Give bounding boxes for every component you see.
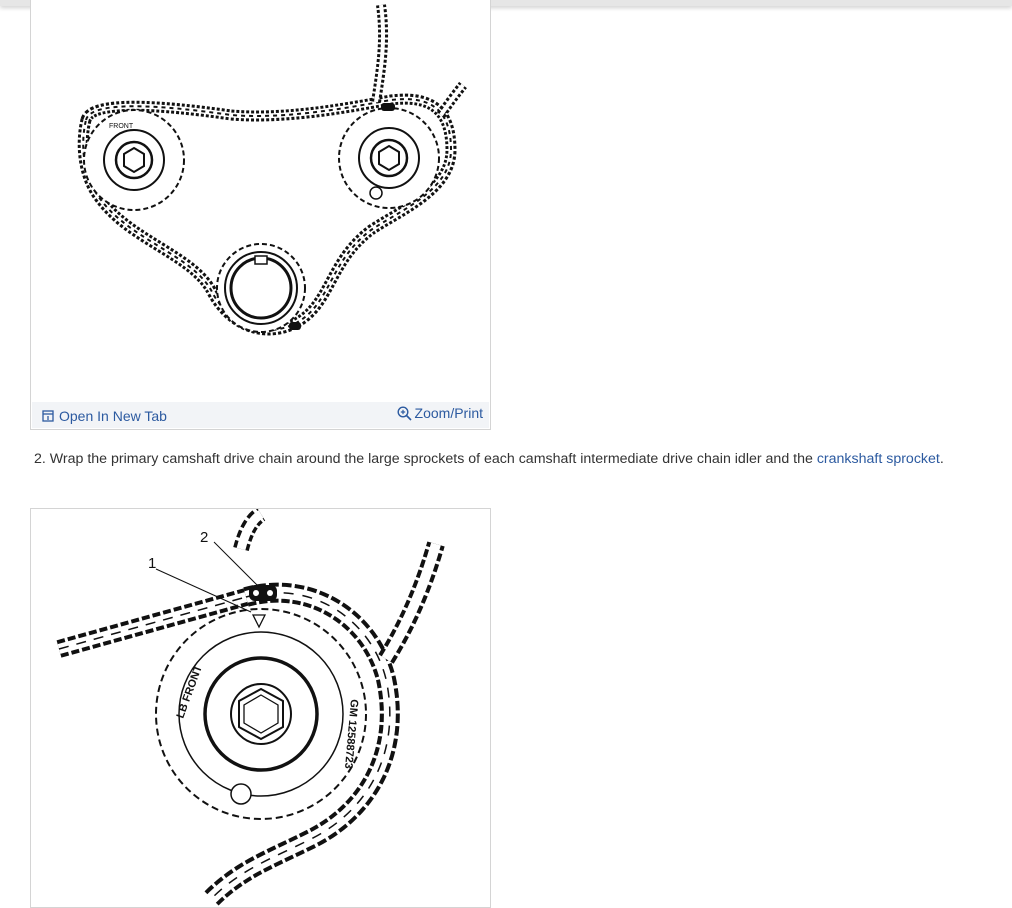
step-2-period: . <box>939 451 944 467</box>
step-2-body: 2. Wrap the primary camshaft drive chain… <box>34 451 817 467</box>
zoom-print-link[interactable]: Zoom/Print <box>397 405 483 421</box>
figure-1-footer: Open In New Tab Zoom/Print <box>32 402 489 428</box>
timing-chain-diagram-2[interactable]: 1 2 LB FRONT GM 12588723 <box>31 509 491 908</box>
open-in-new-tab-icon <box>42 410 54 422</box>
step-2-text: 2. Wrap the primary camshaft drive chain… <box>34 450 944 468</box>
timing-chain-diagram-1[interactable]: FRONT <box>31 0 491 402</box>
callout-2: 2 <box>200 529 208 546</box>
open-in-new-tab-link[interactable]: Open In New Tab <box>42 408 167 424</box>
zoom-print-label: Zoom/Print <box>414 405 483 421</box>
callout-1: 1 <box>148 555 156 572</box>
zoom-in-icon <box>397 405 412 421</box>
crankshaft-sprocket-link[interactable]: crankshaft sprocket <box>817 451 940 467</box>
svg-text:FRONT: FRONT <box>109 123 134 130</box>
figure-2-panel: 1 2 LB FRONT GM 12588723 <box>30 508 491 908</box>
figure-1-panel: FRONT Open In New Tab Zoom/Print <box>30 0 491 430</box>
open-in-new-tab-label: Open In New Tab <box>59 408 167 424</box>
